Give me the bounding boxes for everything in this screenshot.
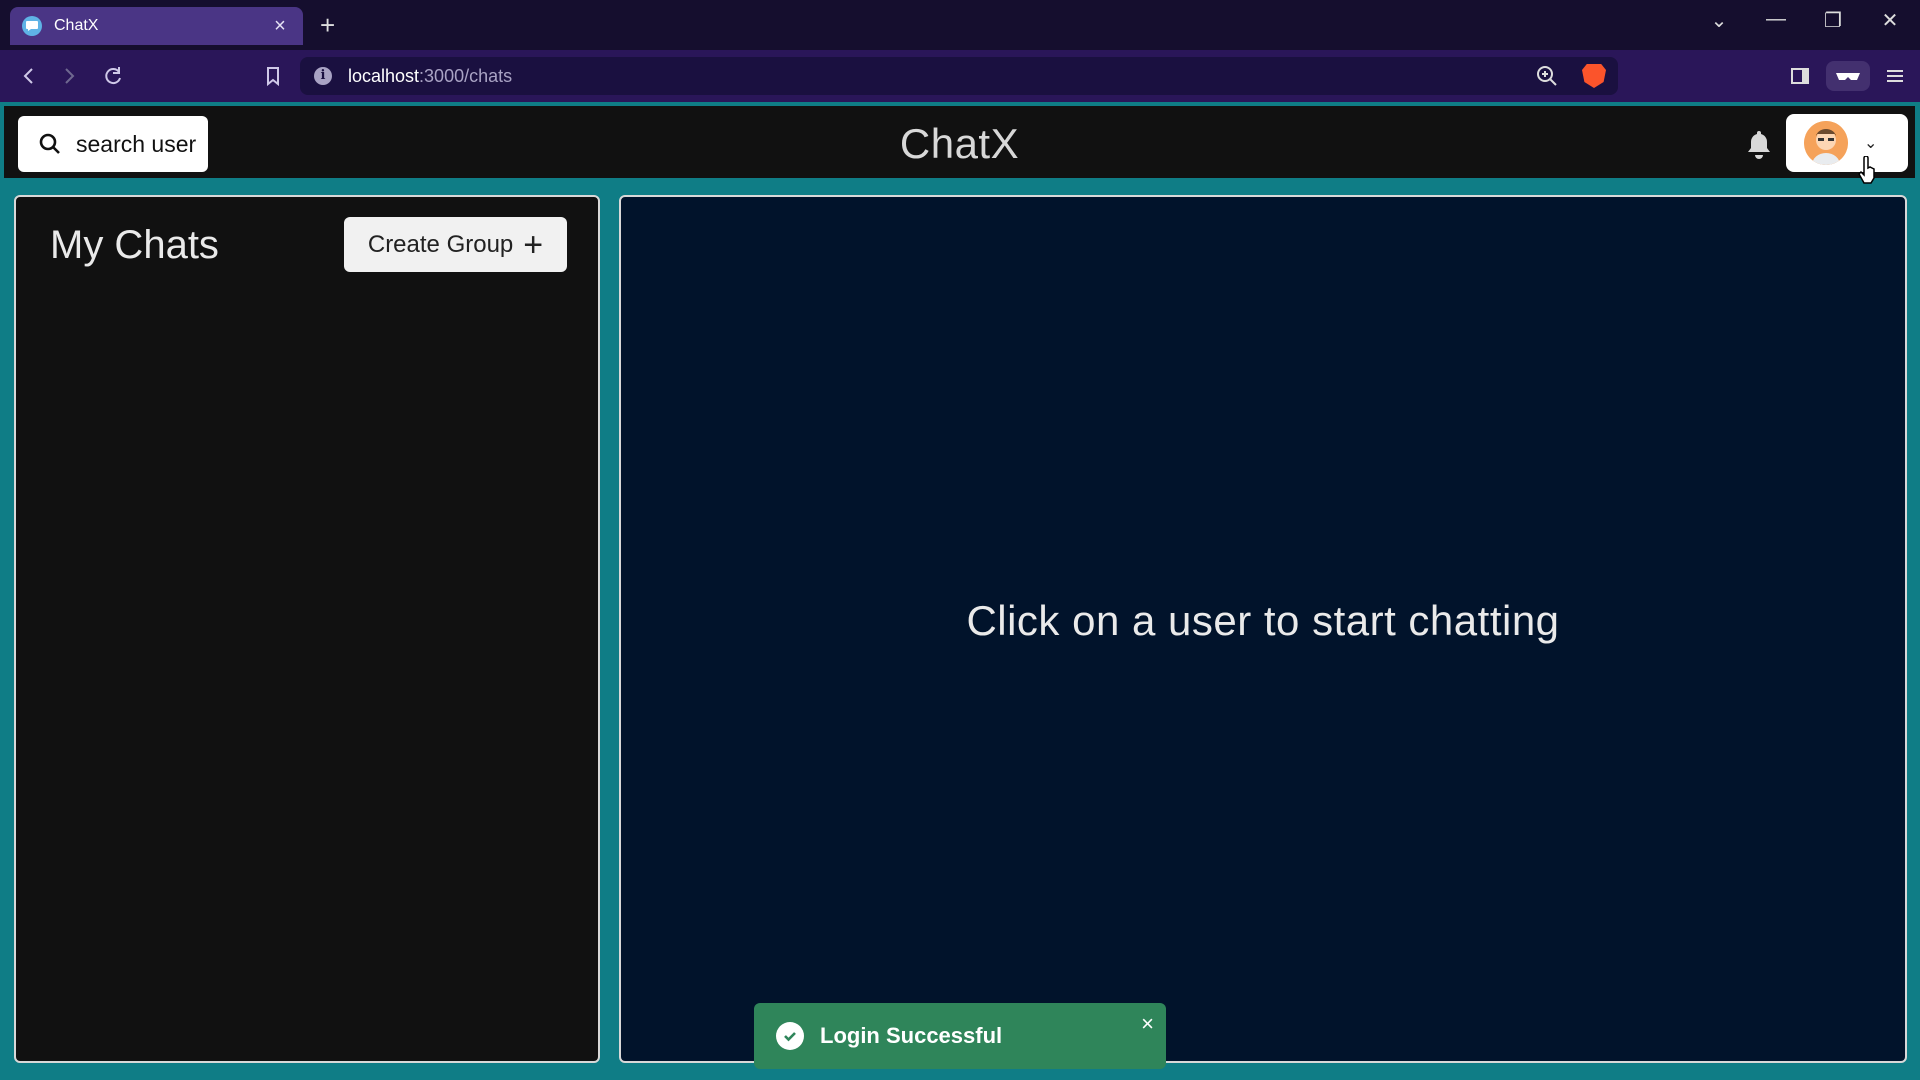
empty-chat-message: Click on a user to start chatting (966, 597, 1560, 644)
chat-bubble-icon (22, 16, 42, 36)
minimize-icon[interactable]: — (1756, 8, 1796, 31)
app-title: ChatX (899, 120, 1020, 167)
address-bar[interactable]: i localhost:3000/chats (300, 57, 1618, 95)
back-icon[interactable] (14, 61, 44, 91)
url-host: localhost (348, 65, 420, 86)
browser-toolbar: i localhost:3000/chats (0, 50, 1920, 102)
new-tab-icon[interactable]: + (320, 12, 335, 38)
chevron-down-icon: ⌄ (1864, 135, 1878, 152)
notification-bell-icon[interactable] (1744, 128, 1774, 160)
tab-close-icon[interactable]: × (269, 16, 291, 36)
restore-icon[interactable]: ❐ (1813, 8, 1853, 33)
hand-cursor-icon (1858, 156, 1875, 184)
menu-icon[interactable] (1880, 61, 1910, 91)
chat-panel: Click on a user to start chatting (619, 195, 1907, 1063)
browser-tab[interactable]: ChatX × (10, 7, 303, 45)
bookmark-icon[interactable] (258, 61, 288, 91)
toast-message: Login Successful (820, 1023, 1003, 1048)
toast-close-icon[interactable]: × (1141, 1011, 1154, 1037)
zoom-icon[interactable] (1536, 65, 1558, 87)
tab-search-icon[interactable]: ⌄ (1699, 8, 1739, 33)
wallet-icon[interactable] (1826, 61, 1870, 91)
tab-title: ChatX (54, 17, 99, 34)
site-info-icon[interactable]: i (314, 67, 332, 85)
create-group-button[interactable]: Create Group + (344, 217, 567, 272)
url-path: :3000/chats (419, 65, 513, 86)
login-toast: Login Successful × (754, 1003, 1166, 1069)
app-header: search user ChatX ⌄ (2, 104, 1917, 180)
reload-icon[interactable] (98, 61, 128, 91)
my-chats-panel: My Chats Create Group + (14, 195, 600, 1063)
plus-icon: + (523, 225, 544, 264)
sidebar-toggle-icon[interactable] (1785, 61, 1815, 91)
browser-tab-bar: ChatX × + ⌄ — ❐ ✕ (0, 0, 1920, 50)
forward-icon[interactable] (54, 61, 84, 91)
avatar (1804, 121, 1848, 165)
check-circle-icon (776, 1022, 804, 1050)
create-group-label: Create Group (367, 230, 514, 258)
brave-shield-icon[interactable] (1582, 64, 1606, 88)
my-chats-title: My Chats (50, 223, 219, 267)
profile-menu-button[interactable]: ⌄ (1786, 114, 1908, 172)
window-close-icon[interactable]: ✕ (1870, 8, 1910, 33)
